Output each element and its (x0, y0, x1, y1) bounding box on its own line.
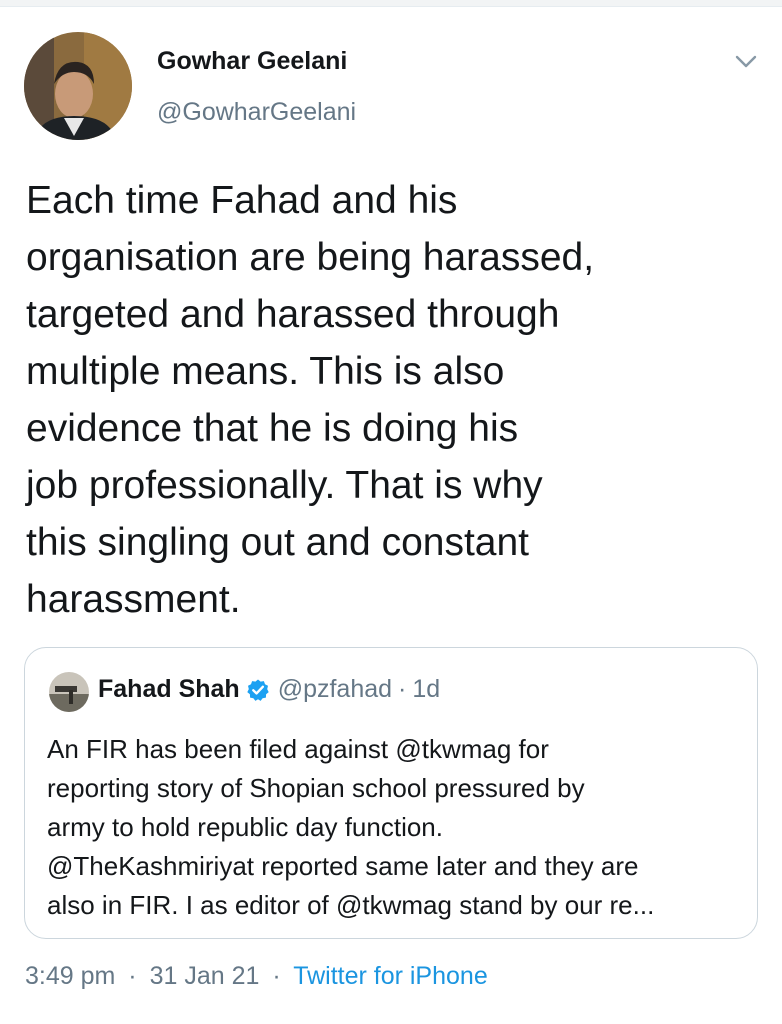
quoted-header: Fahad Shah @pzfahad · 1d (98, 675, 440, 704)
quoted-line: also in FIR. I as editor of @tkwmag stan… (47, 890, 655, 920)
quoted-line: @TheKashmiriyat reported same later and … (47, 851, 639, 881)
quoted-timestamp: 1d (412, 675, 441, 703)
tweet-line: targeted and harassed through (26, 293, 560, 336)
author-name[interactable]: Gowhar Geelani (157, 47, 347, 76)
tweet-line: harassment. (26, 578, 241, 621)
quoted-tweet-card[interactable]: Fahad Shah @pzfahad · 1d An FIR has been… (24, 647, 758, 939)
quoted-line: army to hold republic day function. (47, 812, 443, 842)
verified-badge-icon (246, 678, 270, 702)
tweet-text: Each time Fahad and his organisation are… (26, 172, 706, 628)
author-avatar[interactable] (24, 32, 132, 140)
tweet-source-link[interactable]: Twitter for iPhone (293, 962, 488, 990)
tweet-date[interactable]: 31 Jan 21 (150, 962, 260, 990)
tweet-line: job professionally. That is why (26, 464, 543, 507)
quoted-separator: · (398, 675, 407, 703)
tweet-line: this singling out and constant (26, 521, 530, 564)
author-handle[interactable]: @GowharGeelani (157, 98, 356, 127)
tweet-line: evidence that he is doing his (26, 407, 519, 450)
quoted-author-name: Fahad Shah (98, 675, 240, 703)
meta-separator: · (272, 962, 281, 990)
tweet-time[interactable]: 3:49 pm (25, 962, 115, 990)
tweet-line: multiple means. This is also (26, 350, 505, 393)
quoted-author-handle: @pzfahad (277, 675, 393, 703)
top-divider (0, 0, 782, 7)
tweet-metadata: 3:49 pm · 31 Jan 21 · Twitter for iPhone (25, 962, 488, 991)
quoted-line: reporting story of Shopian school pressu… (47, 773, 585, 803)
chevron-down-icon[interactable] (734, 53, 758, 71)
meta-separator: · (128, 962, 137, 990)
quoted-author-avatar (49, 672, 89, 712)
tweet-line: Each time Fahad and his (26, 179, 458, 222)
quoted-text: An FIR has been filed against @tkwmag fo… (47, 730, 747, 925)
quoted-line: An FIR has been filed against @tkwmag fo… (47, 734, 549, 764)
tweet-line: organisation are being harassed, (26, 236, 595, 279)
